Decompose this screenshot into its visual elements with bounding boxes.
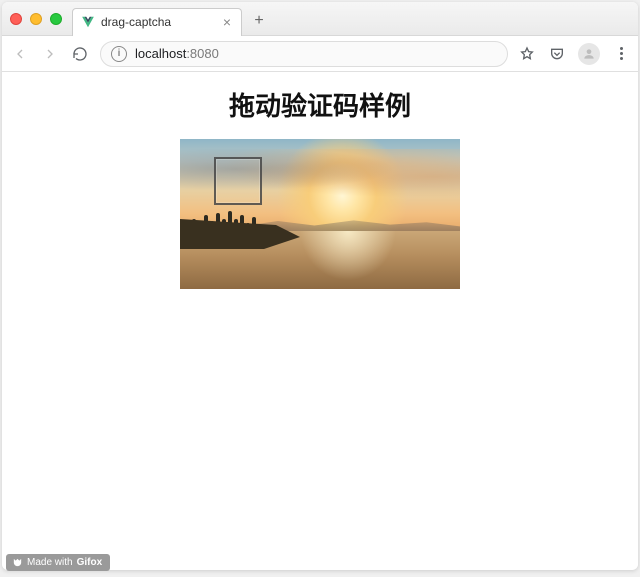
window-minimize-button[interactable] — [30, 13, 42, 25]
forward-button[interactable] — [40, 44, 60, 64]
toolbar-right — [518, 43, 630, 65]
gifox-badge[interactable]: Made with Gifox — [6, 554, 110, 571]
browser-window: drag-captcha × + i localhost:8080 — [2, 2, 638, 570]
badge-prefix: Made with — [27, 557, 73, 568]
tab-close-button[interactable]: × — [221, 14, 233, 30]
window-zoom-button[interactable] — [50, 13, 62, 25]
badge-brand: Gifox — [77, 557, 103, 568]
reload-button[interactable] — [70, 44, 90, 64]
drag-captcha[interactable] — [180, 139, 460, 289]
url-text: localhost:8080 — [135, 46, 219, 61]
pocket-icon[interactable] — [548, 45, 566, 63]
bookmark-star-icon[interactable] — [518, 45, 536, 63]
browser-toolbar: i localhost:8080 — [2, 36, 638, 72]
address-bar[interactable]: i localhost:8080 — [100, 41, 508, 67]
vue-favicon-icon — [81, 15, 95, 29]
back-button[interactable] — [10, 44, 30, 64]
url-host: localhost — [135, 46, 186, 61]
page-content: 拖动验证码样例 — [2, 72, 638, 570]
window-close-button[interactable] — [10, 13, 22, 25]
menu-kebab-icon[interactable] — [612, 45, 630, 63]
site-info-icon[interactable]: i — [111, 46, 127, 62]
profile-avatar[interactable] — [578, 43, 600, 65]
captcha-puzzle-slot[interactable] — [214, 157, 262, 205]
window-titlebar: drag-captcha × + — [2, 2, 638, 36]
gifox-icon — [12, 557, 23, 568]
new-tab-button[interactable]: + — [248, 10, 270, 32]
browser-tab[interactable]: drag-captcha × — [72, 8, 242, 36]
tab-title: drag-captcha — [101, 15, 215, 29]
traffic-lights — [10, 13, 62, 25]
page-title: 拖动验证码样例 — [2, 86, 638, 123]
url-port: :8080 — [186, 46, 219, 61]
